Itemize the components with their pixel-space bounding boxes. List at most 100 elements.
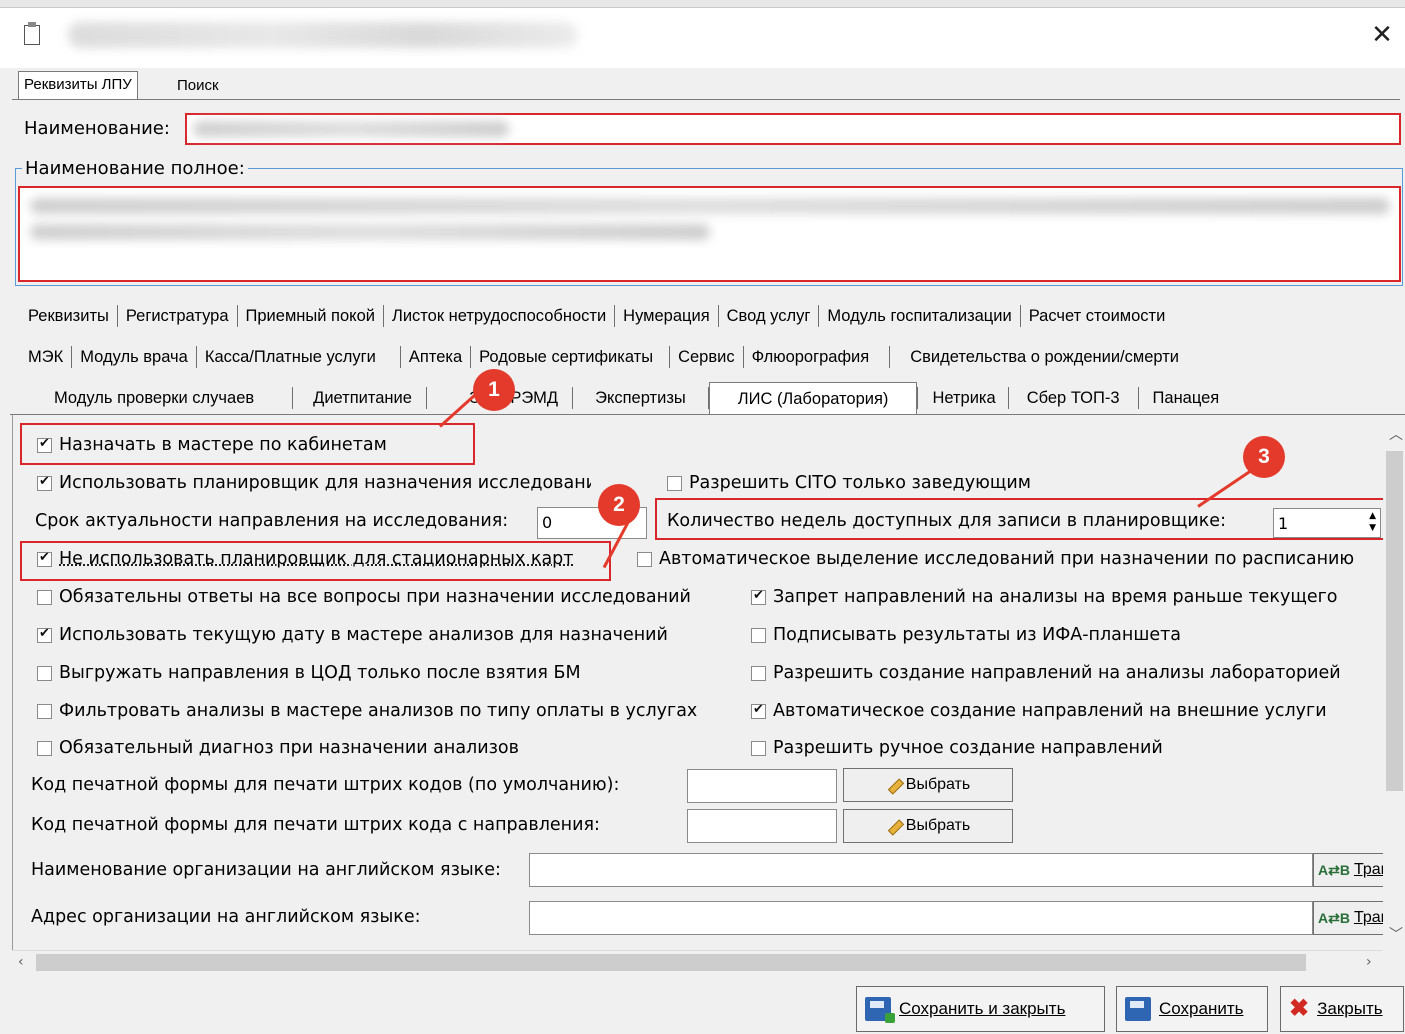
tab-raschet[interactable]: Расчет стоимости [1021, 307, 1174, 326]
scroll-up-icon[interactable]: ︿ [1389, 424, 1403, 444]
option-sign-ifa-results[interactable]: Подписывать результаты из ИФА-планшета [751, 625, 1181, 645]
barcode-default-label: Код печатной формы для печати штрих кодо… [31, 775, 620, 795]
spinner-arrows-icon[interactable]: ▲ ▼ [1369, 510, 1376, 534]
close-window-button[interactable]: ✕ [1366, 20, 1398, 52]
horizontal-scroll-thumb[interactable] [36, 954, 1306, 971]
checkbox-unchecked[interactable] [37, 589, 52, 605]
tab-priemny-pokoy[interactable]: Приемный покой [238, 307, 383, 326]
window-title-redacted [68, 22, 578, 48]
checkbox-checked[interactable] [37, 474, 52, 491]
option-mandatory-diagnosis[interactable]: Обязательный диагноз при назначении анал… [37, 738, 519, 758]
translit-org-address-button[interactable]: A⇄BТран [1313, 901, 1383, 935]
option-forbid-past-time[interactable]: Запрет направлений на анализы на время р… [751, 587, 1338, 607]
org-address-en-label: Адрес организации на английском языке: [31, 907, 421, 927]
checkbox-checked[interactable] [37, 550, 52, 567]
tab-gospitalizatsiya[interactable]: Модуль госпитализации [819, 307, 1019, 326]
checkbox-unchecked[interactable] [37, 703, 52, 719]
option-no-scheduler-inpatient[interactable]: Не использовать планировщик для стациона… [37, 549, 599, 569]
full-name-input[interactable] [18, 186, 1401, 282]
module-tabs-row-2: МЭК Модуль врача Касса/Платные услуги Ап… [20, 339, 1187, 375]
clipboard-icon [24, 22, 40, 45]
barcode-default-input[interactable] [687, 769, 837, 803]
checkbox-unchecked[interactable] [37, 740, 52, 756]
close-button[interactable]: ✖ Закрыть [1280, 986, 1404, 1032]
option-auto-select-schedule[interactable]: Автоматическое выделение исследований пр… [637, 549, 1381, 569]
org-name-en-label: Наименование организации на английском я… [31, 860, 501, 880]
checkbox-checked[interactable] [751, 588, 766, 605]
checkbox-unchecked[interactable] [667, 475, 682, 491]
checkbox-checked[interactable] [37, 626, 52, 643]
name-value-redacted [193, 121, 509, 137]
full-name-label: Наименование полное: [22, 158, 248, 179]
translit-org-name-button[interactable]: A⇄BТран [1313, 853, 1383, 887]
full-name-line-2-redacted [30, 224, 710, 240]
scroll-left-icon[interactable]: ‹ [18, 954, 24, 970]
vertical-scroll-thumb[interactable] [1386, 451, 1403, 791]
option-allow-lab-creation[interactable]: Разрешить создание направлений на анализ… [751, 663, 1341, 683]
checkbox-unchecked[interactable] [751, 627, 766, 643]
tab-panaceya[interactable]: Панацея [1139, 389, 1226, 408]
background-strip [0, 0, 1405, 8]
tab-registratura[interactable]: Регистратура [118, 307, 237, 326]
tab-rodovye[interactable]: Родовые сертификаты [471, 348, 669, 367]
name-label: Наименование: [24, 118, 170, 139]
option-mandatory-answers[interactable]: Обязательны ответы на все вопросы при на… [37, 587, 691, 607]
tab-svod-uslug[interactable]: Свод услуг [719, 307, 819, 326]
tab-modul-vracha[interactable]: Модуль врача [72, 348, 196, 367]
scroll-right-icon[interactable]: › [1366, 954, 1372, 970]
tab-servis[interactable]: Сервис [670, 348, 743, 367]
tab-divider [12, 99, 1400, 100]
tab-apteka[interactable]: Аптека [401, 348, 470, 367]
tab-listok[interactable]: Листок нетрудоспособности [384, 307, 614, 326]
tab-kassa[interactable]: Касса/Платные услуги [197, 348, 400, 367]
transliterate-icon: A⇄B [1318, 861, 1350, 878]
checkbox-unchecked[interactable] [37, 665, 52, 681]
option-use-scheduler[interactable]: Использовать планировщик для назначения … [37, 473, 591, 493]
tab-sber-top3[interactable]: Сбер ТОП-3 [1009, 389, 1138, 408]
save-icon [1125, 997, 1151, 1021]
weeks-spinner[interactable]: 1 ▲ ▼ [1273, 508, 1381, 538]
tab-proverka-sluchaev[interactable]: Модуль проверки случаев [20, 389, 292, 408]
select-barcode-default-button[interactable]: Выбрать [843, 768, 1013, 802]
tab-svidetelstva[interactable]: Свидетельства о рождении/смерти [890, 348, 1187, 367]
save-button[interactable]: Сохранить [1116, 986, 1268, 1032]
option-upload-after-bm[interactable]: Выгружать направления в ЦОД только после… [37, 663, 581, 683]
org-address-en-input[interactable] [529, 901, 1313, 935]
tab-lis-laboratoriya[interactable]: ЛИС (Лаборатория) [708, 382, 918, 416]
annotation-badge-1: 1 [473, 369, 515, 411]
tab-netrika[interactable]: Нетрика [918, 389, 1007, 408]
select-barcode-referral-button[interactable]: Выбрать [843, 809, 1013, 843]
transliterate-icon: A⇄B [1318, 909, 1350, 926]
option-auto-external[interactable]: Автоматическое создание направлений на в… [751, 701, 1327, 721]
tab-ekspertizy[interactable]: Экспертизы [573, 389, 708, 408]
checkbox-unchecked[interactable] [751, 740, 766, 756]
tab-rekvizity[interactable]: Реквизиты [20, 307, 117, 326]
tab-flyuorografiya[interactable]: Флюорография [744, 348, 890, 367]
option-filter-by-payment[interactable]: Фильтровать анализы в мастере анализов п… [37, 701, 697, 721]
annotation-badge-2: 2 [598, 484, 640, 526]
checkbox-checked[interactable] [751, 702, 766, 719]
org-name-en-input[interactable] [529, 853, 1313, 887]
checkbox-unchecked[interactable] [637, 551, 652, 567]
save-and-close-button[interactable]: Сохранить и закрыть [856, 986, 1105, 1032]
option-cito-only-heads[interactable]: Разрешить CITO только заведующим [667, 473, 1031, 493]
tab-dietpitanie[interactable]: Диетпитание [293, 389, 426, 408]
module-tabs-row-1: Реквизиты Регистратура Приемный покой Ли… [20, 298, 1173, 334]
tab-mek[interactable]: МЭК [20, 348, 71, 367]
barcode-referral-input[interactable] [687, 809, 837, 843]
option-assign-by-cabinets[interactable]: Назначать в мастере по кабинетам [37, 435, 387, 455]
checkbox-unchecked[interactable] [751, 665, 766, 681]
save-close-icon [865, 997, 895, 1023]
checkbox-checked[interactable] [37, 436, 52, 453]
name-input[interactable] [185, 113, 1401, 145]
scroll-down-icon[interactable]: ﹀ [1389, 924, 1403, 944]
tab-requisites[interactable]: Реквизиты ЛПУ [18, 71, 138, 100]
validity-label: Срок актуальности направления на исследо… [35, 511, 509, 531]
tab-numeratsiya[interactable]: Нумерация [615, 307, 717, 326]
lis-settings-panel: Назначать в мастере по кабинетам Использ… [12, 415, 1383, 950]
close-icon: ✖ [1289, 995, 1310, 1022]
option-allow-manual[interactable]: Разрешить ручное создание направлений [751, 738, 1163, 758]
tab-search[interactable]: Поиск [172, 73, 224, 100]
annotation-badge-3: 3 [1243, 436, 1285, 478]
option-use-current-date[interactable]: Использовать текущую дату в мастере анал… [37, 625, 668, 645]
